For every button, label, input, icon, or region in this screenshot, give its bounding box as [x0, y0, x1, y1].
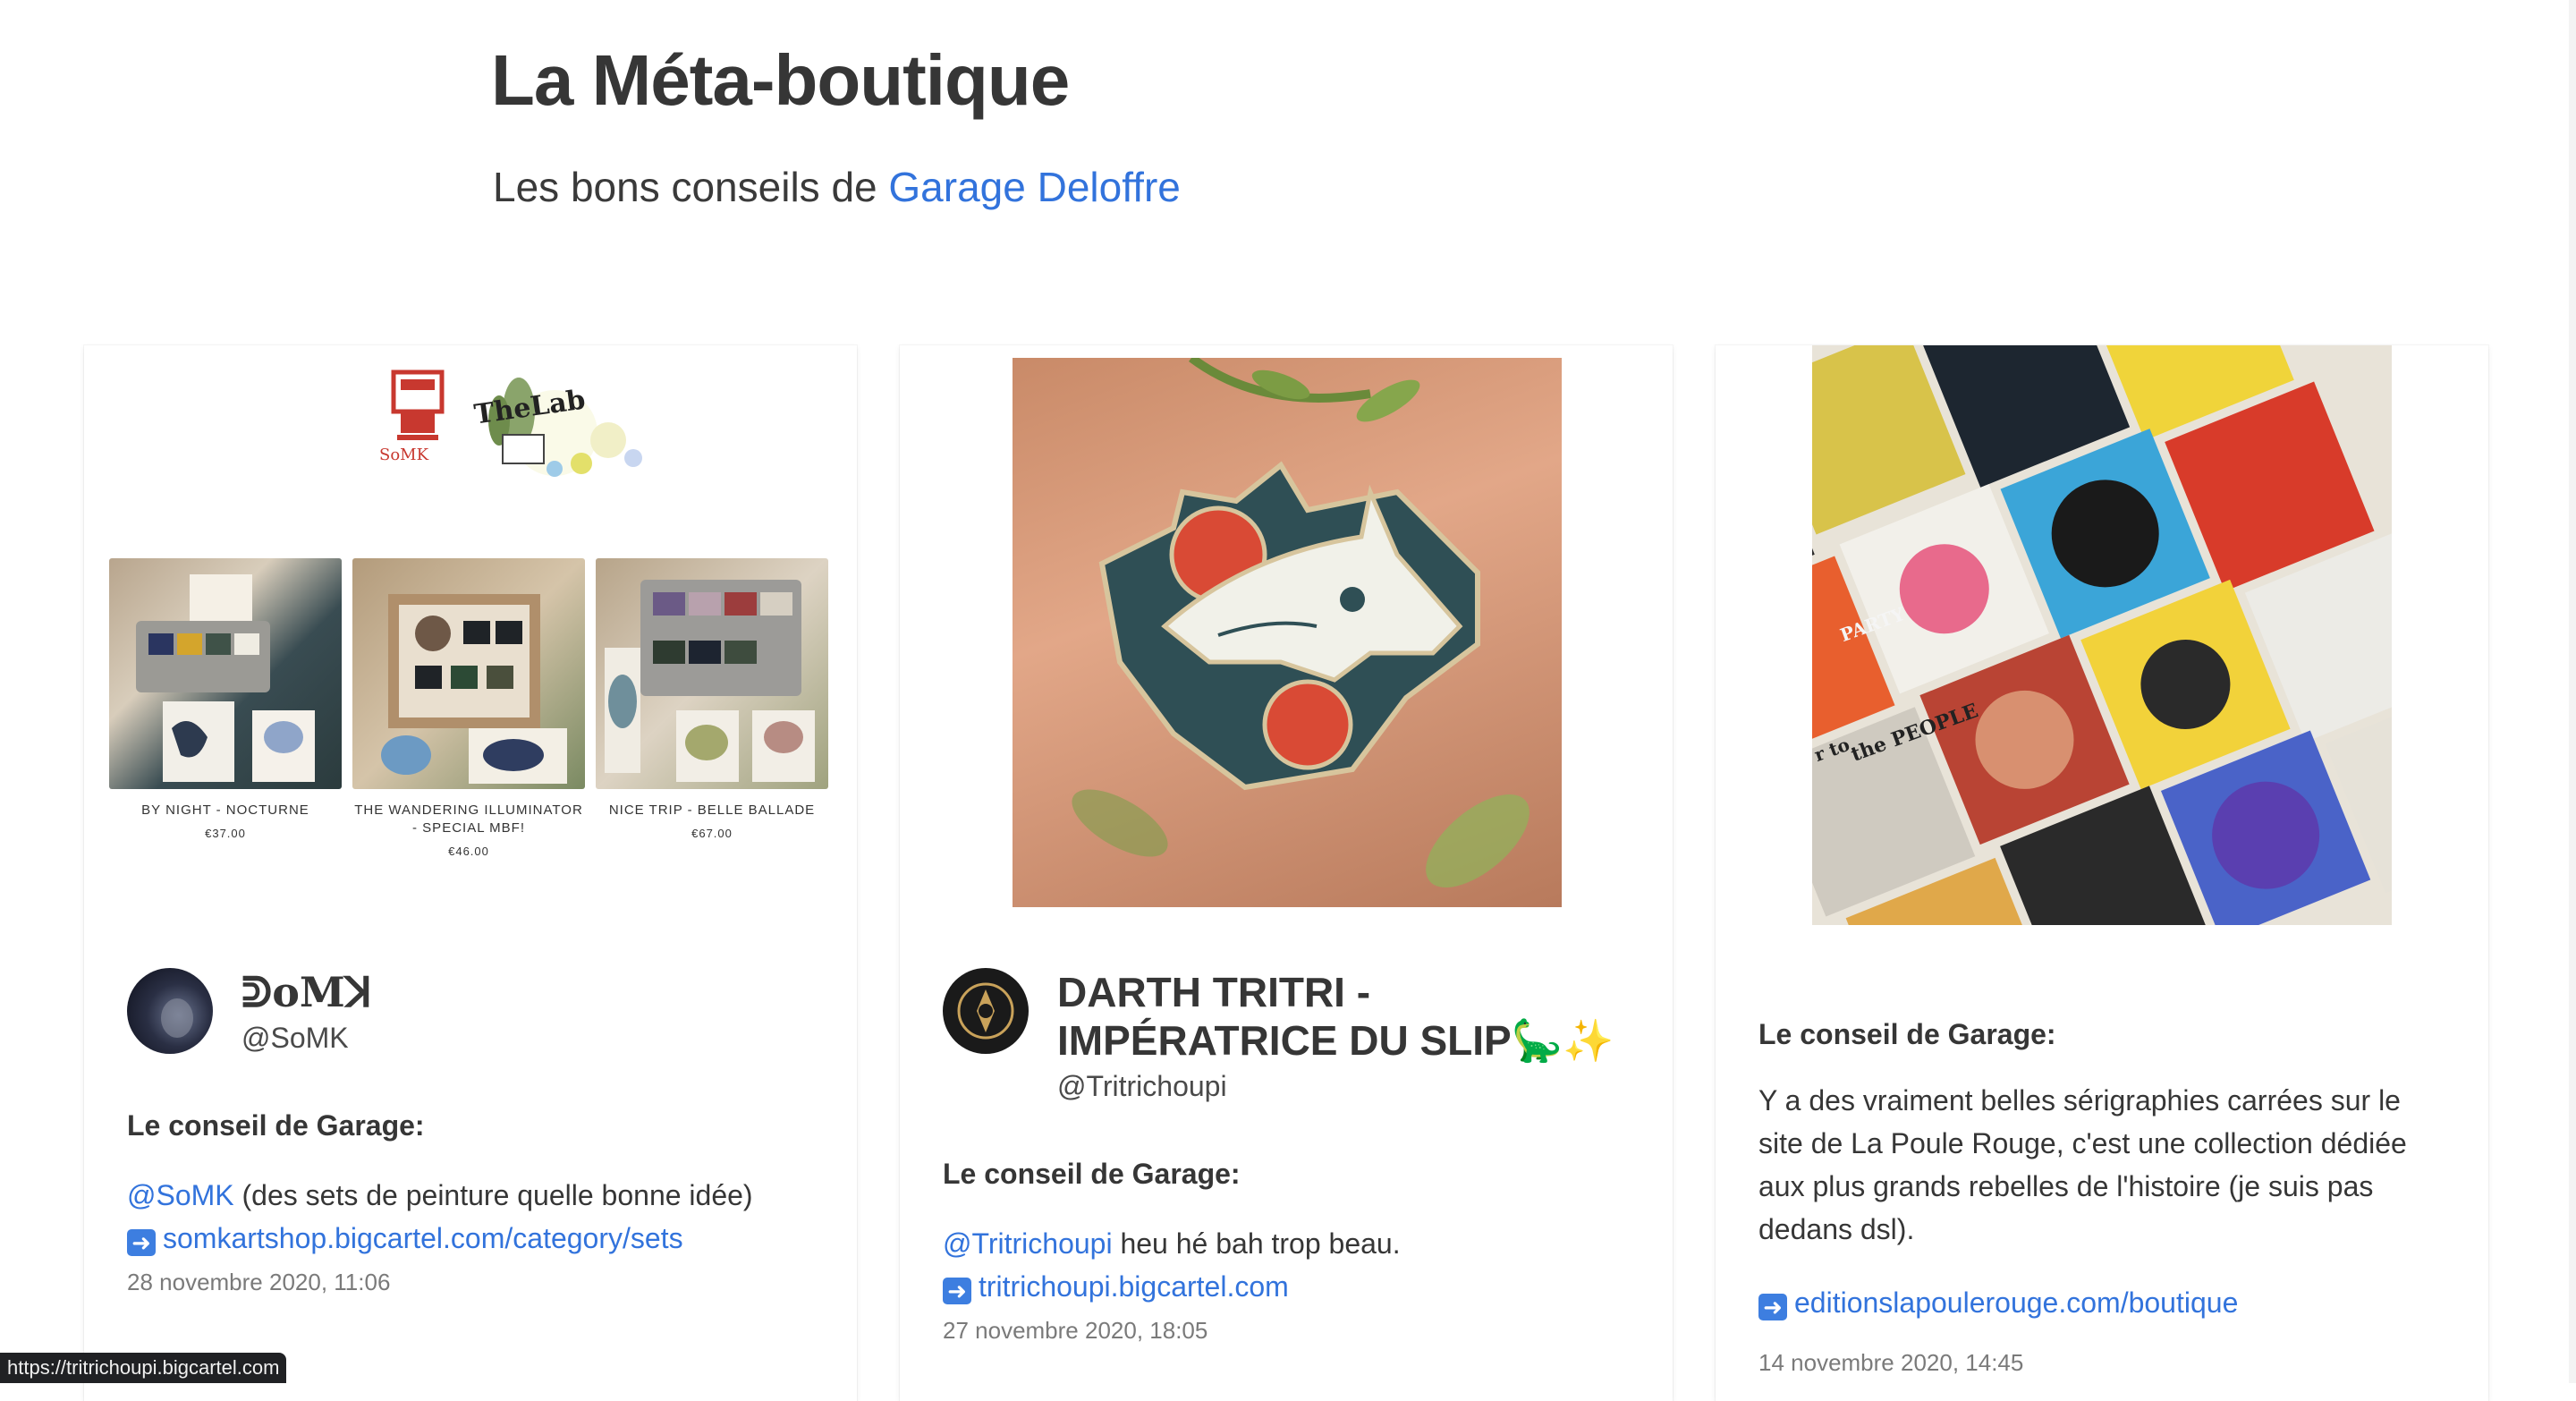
- author: DARTH TRITRI - IMPÉRATRICE DU SLIP🦕✨ @Tr…: [943, 968, 1630, 1103]
- advice-label: Le conseil de Garage:: [943, 1158, 1241, 1190]
- advice-label: Le conseil de Garage:: [1758, 1018, 2056, 1050]
- avatar-face: [161, 998, 193, 1038]
- arrow-right-icon: ➜: [943, 1278, 971, 1304]
- avatar[interactable]: [127, 968, 213, 1054]
- product-caption-2: THE WANDERING ILLUMINATOR - SPECIAL MBF!…: [352, 802, 585, 861]
- product-price: €46.00: [448, 845, 489, 858]
- card-image[interactable]: the PEOPLE PARTY r to: [1812, 345, 2392, 925]
- product-name: THE WANDERING ILLUMINATOR - SPECIAL MBF!: [354, 802, 583, 836]
- product-photo-3: [605, 580, 815, 782]
- product-thumb-1[interactable]: [109, 558, 342, 789]
- garage-deloffre-link[interactable]: Garage Deloffre: [888, 164, 1180, 210]
- product-name: BY NIGHT - NOCTURNE: [141, 802, 309, 818]
- card-somk: SoMK TheLab BY NIGHT - NOCTURNE €37.00 T…: [84, 345, 857, 1401]
- post-date: 14 novembre 2020, 14:45: [1758, 1349, 2024, 1376]
- product-photo-1: [136, 574, 315, 782]
- card-poule-rouge: the PEOPLE PARTY r to Le conseil de Gara…: [1716, 345, 2488, 1401]
- product-caption-1: BY NIGHT - NOCTURNE €37.00: [109, 802, 342, 843]
- advice-body: heu hé bah trop beau.: [1112, 1227, 1401, 1260]
- product-name: NICE TRIP - BELLE BALLADE: [608, 802, 816, 818]
- author-name[interactable]: ᕲoMꓘ: [242, 968, 372, 1016]
- post-date: 27 novembre 2020, 18:05: [943, 1317, 1208, 1344]
- card-image[interactable]: SoMK TheLab BY NIGHT - NOCTURNE €37.00 T…: [84, 345, 857, 907]
- product-price: €37.00: [205, 827, 246, 840]
- link-status-bar: https://tritrichoupi.bigcartel.com: [0, 1353, 287, 1383]
- advice-text: @Tritrichoupi heu hé bah trop beau. ➜ trit…: [943, 1222, 1610, 1308]
- advice-text: Y a des vraiment belles sérigraphies car…: [1758, 1084, 2407, 1245]
- card-tritrichoupi: DARTH TRITRI - IMPÉRATRICE DU SLIP🦕✨ @Tr…: [900, 345, 1673, 1401]
- prints-photo: [1812, 345, 2392, 925]
- author-handle[interactable]: @Tritrichoupi: [1057, 1070, 1630, 1103]
- author-handle[interactable]: @SoMK: [242, 1022, 372, 1055]
- mention-link[interactable]: @Tritrichoupi: [943, 1227, 1113, 1260]
- product-thumb-2[interactable]: [352, 558, 585, 789]
- mention-link[interactable]: @SoMK: [127, 1179, 234, 1211]
- product-price: €67.00: [691, 827, 733, 840]
- page-scrollbar[interactable]: [2569, 0, 2576, 1383]
- product-thumb-3[interactable]: [596, 558, 828, 789]
- card-image[interactable]: [1013, 358, 1562, 907]
- avatar-emblem: [957, 982, 1014, 1040]
- shop-link[interactable]: tritrichoupi.bigcartel.com: [979, 1270, 1289, 1303]
- shop-link[interactable]: somkartshop.bigcartel.com/category/sets: [163, 1222, 683, 1254]
- product-photo-2: [381, 594, 567, 784]
- advice-text: @SoMK (des sets de peinture quelle bonne…: [127, 1174, 794, 1260]
- shop-logos: [391, 369, 642, 477]
- advice-link-line: ➜ editionslapoulerouge.com/boutique: [1758, 1281, 2426, 1324]
- subtitle-prefix: Les bons conseils de: [493, 164, 877, 210]
- arrow-right-icon: ➜: [127, 1229, 156, 1256]
- arrow-right-icon: ➜: [1758, 1294, 1787, 1320]
- advice-label: Le conseil de Garage:: [127, 1109, 425, 1142]
- avatar[interactable]: [943, 968, 1029, 1054]
- author: ᕲoMꓘ @SoMK: [127, 968, 372, 1055]
- shop-link[interactable]: editionslapoulerouge.com/boutique: [1794, 1286, 2238, 1319]
- advice-body: (des sets de peinture quelle bonne idée): [233, 1179, 753, 1211]
- product-caption-3: NICE TRIP - BELLE BALLADE €67.00: [596, 802, 828, 843]
- author-name[interactable]: DARTH TRITRI - IMPÉRATRICE DU SLIP🦕✨: [1057, 968, 1630, 1065]
- page-subtitle: Les bons conseils de Garage Deloffre: [493, 163, 1181, 211]
- post-date: 28 novembre 2020, 11:06: [127, 1269, 391, 1295]
- page-title: La Méta-boutique: [491, 40, 1070, 120]
- pin-photo: [1072, 358, 1530, 887]
- somk-logo-text: SoMK: [379, 446, 429, 464]
